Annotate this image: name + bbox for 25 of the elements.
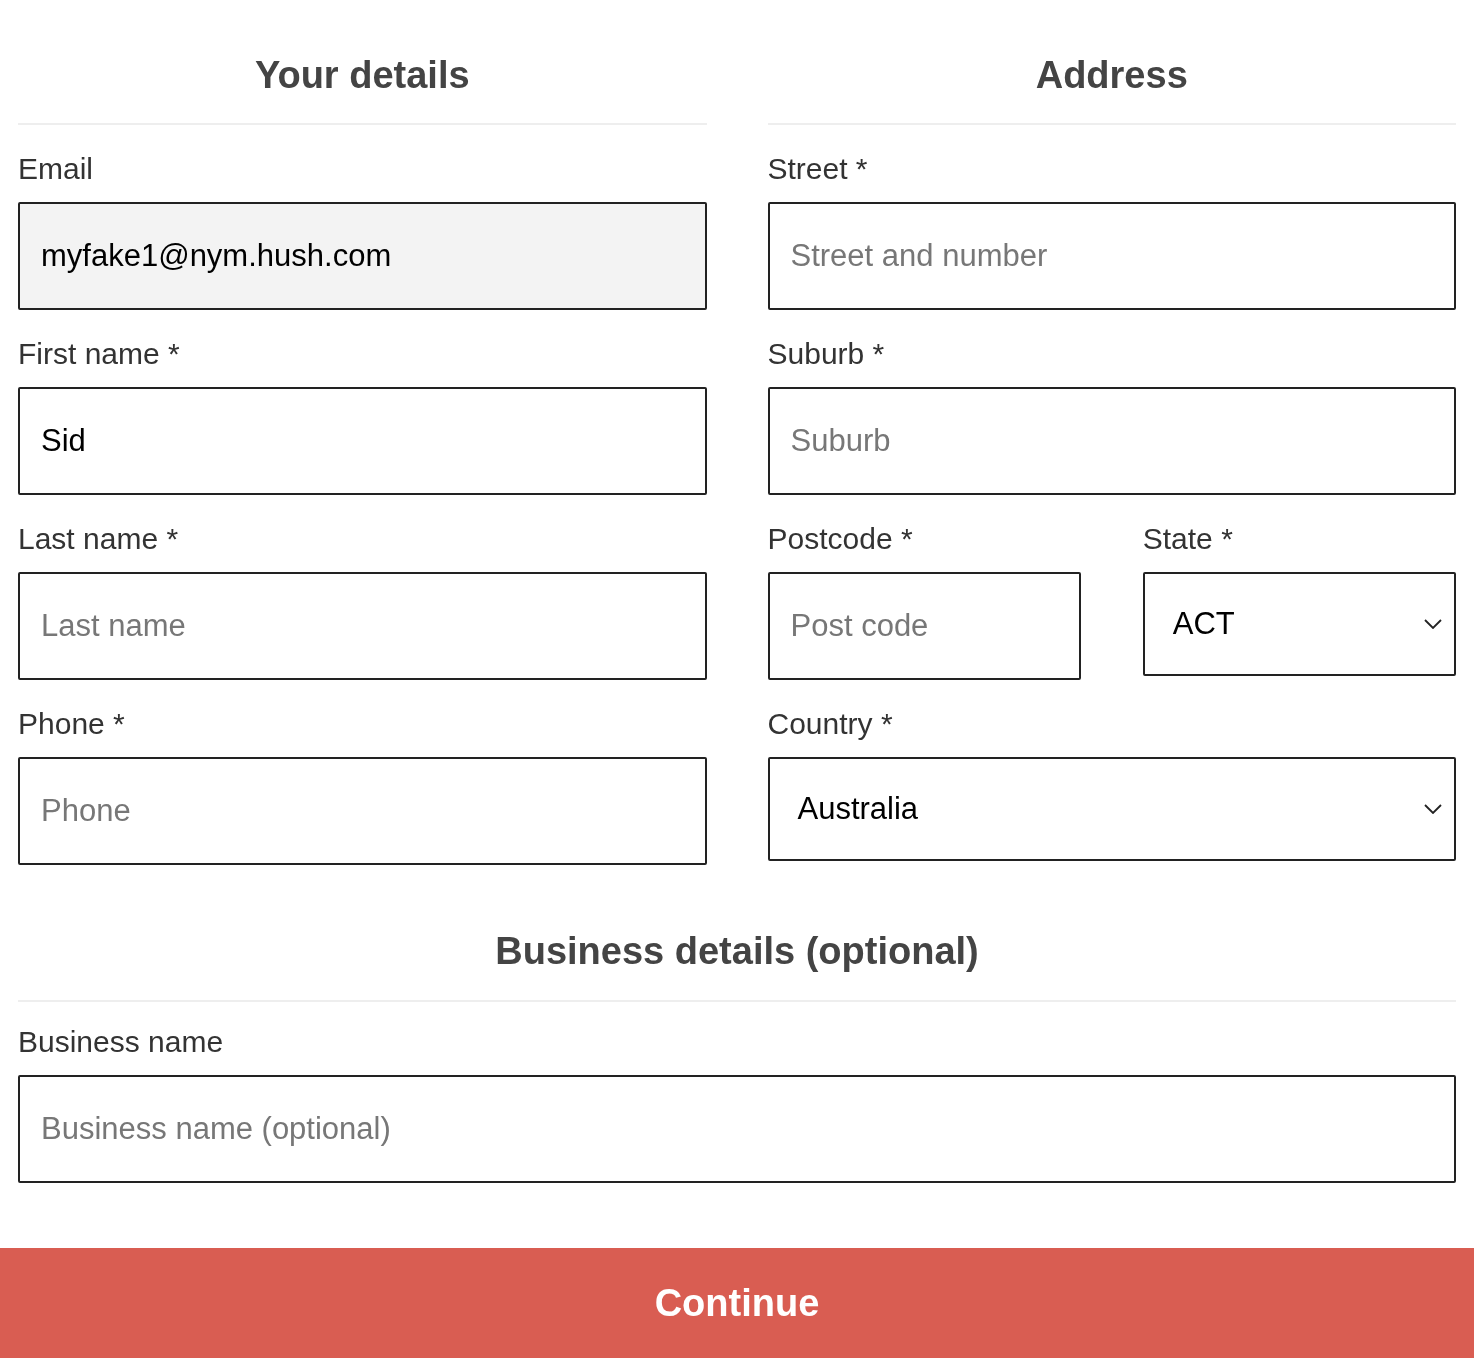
chevron-down-icon	[1424, 619, 1442, 629]
field-label: Postcode *	[767, 521, 914, 557]
field-label: Business name	[18, 1024, 225, 1060]
field-label: State *	[1142, 521, 1234, 557]
field-label: First name *	[18, 336, 181, 372]
section-heading: Address	[1035, 52, 1188, 98]
chevron-down-icon	[1424, 804, 1442, 814]
section-heading: Business details (optional)	[495, 929, 979, 974]
input-field[interactable]: Business name (optional)	[18, 1075, 1456, 1183]
input-field[interactable]: Sid	[18, 387, 707, 495]
input-field[interactable]: Phone	[18, 757, 707, 865]
field-label: Phone *	[18, 706, 126, 742]
continue-button[interactable]: Continue	[0, 1248, 1474, 1358]
input-field[interactable]: Street and number	[767, 202, 1456, 310]
field-label: Last name *	[18, 521, 180, 557]
section-heading: Your details	[254, 52, 470, 98]
field-label: Suburb *	[767, 336, 886, 372]
field-label: Email	[18, 151, 94, 187]
input-field[interactable]: Post code	[767, 572, 1081, 680]
field-label: Country *	[767, 706, 894, 742]
select-field[interactable]: ACT	[1142, 572, 1456, 676]
select-field[interactable]: Australia	[767, 757, 1456, 861]
field-label: Street *	[767, 151, 869, 187]
input-field[interactable]: Last name	[18, 572, 707, 680]
input-field[interactable]: Suburb	[767, 387, 1456, 495]
